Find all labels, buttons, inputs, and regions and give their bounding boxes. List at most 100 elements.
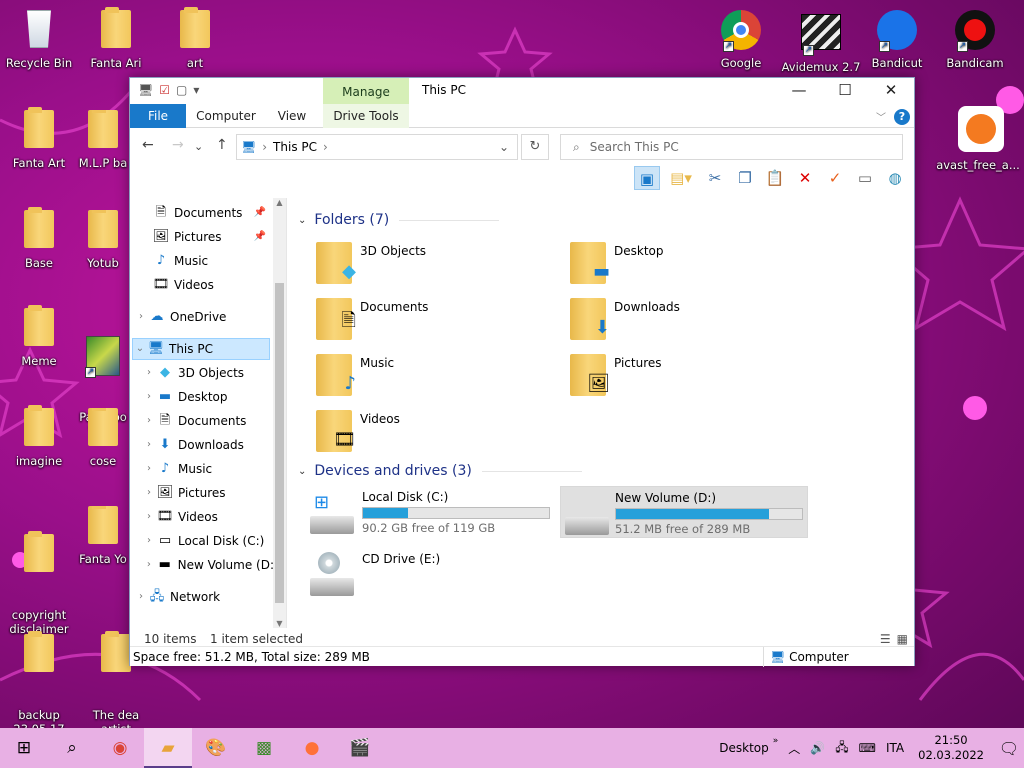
desktop-icon-fanta-ari[interactable]: Fanta Ari xyxy=(77,7,155,70)
desktop-icon-mlp[interactable]: M.L.P ba xyxy=(77,110,129,170)
keyboard-icon[interactable]: ⌨ xyxy=(859,741,876,755)
nav-scrollbar-thumb[interactable] xyxy=(275,283,284,603)
address-bar[interactable]: 🖥 › This PC › ⌄ xyxy=(236,134,518,160)
search-box[interactable]: ⌕ Search This PC xyxy=(560,134,903,160)
expand-chevron-icon[interactable]: › xyxy=(142,386,156,408)
expand-chevron-icon[interactable]: › xyxy=(142,530,156,552)
notifications-button[interactable]: 🗨 xyxy=(984,739,1024,758)
clock[interactable]: 21:50 02.03.2022 xyxy=(918,733,984,763)
new-folder-dropdown-icon[interactable]: ▤▾ xyxy=(664,166,698,190)
minimize-button[interactable]: — xyxy=(776,78,822,104)
close-button[interactable]: ✕ xyxy=(868,78,914,104)
desktop-icon-google[interactable]: ↗ Google xyxy=(702,10,780,70)
address-dropdown-icon[interactable]: ⌄ xyxy=(499,140,509,154)
nav-item-this-pc[interactable]: ⌄ 🖥 This PC xyxy=(132,338,270,360)
network-globe-icon[interactable]: ◍ xyxy=(882,166,908,190)
folder-documents[interactable]: 🗎 Documents xyxy=(316,298,556,350)
delete-icon[interactable]: ✕ xyxy=(792,166,818,190)
forward-button[interactable]: → xyxy=(172,137,184,153)
customize-qat-icon[interactable]: ▾ xyxy=(193,83,199,97)
desktop-icon-fanta-art[interactable]: Fanta Art xyxy=(0,107,78,170)
desktop-icon-base[interactable]: Base xyxy=(0,207,78,270)
desktop-icon-bandicam[interactable]: ↗ Bandicam xyxy=(936,10,1014,70)
tab-manage[interactable]: Manage xyxy=(323,78,409,104)
new-folder-icon[interactable]: ▢ xyxy=(176,83,187,97)
desktop-icon-art[interactable]: art xyxy=(156,7,234,70)
expand-chevron-icon[interactable]: › xyxy=(134,586,148,608)
collapse-chevron-icon[interactable]: ⌄ xyxy=(133,338,147,360)
language-indicator[interactable]: ITA xyxy=(886,741,904,755)
refresh-button[interactable]: ↻ xyxy=(521,134,549,160)
nav-item-videos-quick[interactable]: 🎞 Videos xyxy=(138,274,214,296)
toolbar-overflow-icon[interactable]: » xyxy=(773,736,779,746)
desktop-icon-fanta-yo[interactable]: Fanta Yo xyxy=(77,506,129,566)
nav-item-local-disk-c[interactable]: › ▭ Local Disk (C:) xyxy=(142,530,264,552)
network-icon[interactable]: 🖧 xyxy=(835,738,848,759)
paste-icon[interactable]: 📋 xyxy=(762,166,788,190)
desktop-icon-imagine[interactable]: imagine xyxy=(0,405,78,468)
tab-file[interactable]: File xyxy=(130,104,186,128)
maximize-button[interactable]: ☐ xyxy=(822,78,868,104)
taskbar-file-explorer[interactable]: ▰ xyxy=(144,728,192,768)
nav-item-onedrive[interactable]: › ☁ OneDrive xyxy=(134,306,226,328)
nav-item-videos[interactable]: › 🎞 Videos xyxy=(142,506,218,528)
properties-icon[interactable]: ▭ xyxy=(852,166,878,190)
taskbar-firefox[interactable]: ● xyxy=(288,728,336,768)
nav-item-new-volume-d[interactable]: › ▬ New Volume (D: xyxy=(142,554,274,576)
nav-item-music[interactable]: › ♪ Music xyxy=(142,458,212,480)
desktop-icon-bandicut[interactable]: ↗ Bandicut xyxy=(858,10,936,70)
taskbar-paint[interactable]: 🎨 xyxy=(192,728,240,768)
folder-desktop[interactable]: ▬ Desktop xyxy=(570,242,810,294)
nav-item-music-quick[interactable]: ♪ Music xyxy=(138,250,208,272)
expand-ribbon-icon[interactable]: ﹀ xyxy=(876,109,886,124)
expand-chevron-icon[interactable]: › xyxy=(142,506,156,528)
drive-cd-e[interactable]: CD Drive (E:) xyxy=(306,548,554,600)
breadcrumb-this-pc[interactable]: This PC xyxy=(273,140,317,154)
nav-item-documents-pinned[interactable]: 🗎 Documents 📌 xyxy=(138,202,268,224)
expand-chevron-icon[interactable]: › xyxy=(142,410,156,432)
desktop-icon-recycle-bin[interactable]: Recycle Bin xyxy=(0,10,78,70)
rename-check-icon[interactable]: ✓ xyxy=(822,166,848,190)
expand-chevron-icon[interactable]: › xyxy=(142,434,156,456)
nav-scrollbar[interactable]: ▲ ▼ xyxy=(273,198,286,628)
taskbar-painttool[interactable]: ▩ xyxy=(240,728,288,768)
desktop-icon-avast[interactable]: avast_free_a... xyxy=(936,106,1020,172)
copy-icon[interactable]: ❐ xyxy=(732,166,758,190)
scroll-down-icon[interactable]: ▼ xyxy=(273,619,286,628)
folders-group-header[interactable]: ⌄ Folders (7) xyxy=(298,212,500,228)
taskbar-avidemux[interactable]: 🎬 xyxy=(336,728,384,768)
nav-item-3d-objects[interactable]: › ◆ 3D Objects xyxy=(142,362,244,384)
desktop-icon-yotub[interactable]: Yotub xyxy=(77,210,129,270)
desktop-icon-cose[interactable]: cose xyxy=(77,408,129,468)
expand-chevron-icon[interactable]: › xyxy=(142,482,156,504)
expand-chevron-icon[interactable]: › xyxy=(142,362,156,384)
nav-item-downloads[interactable]: › ⬇ Downloads xyxy=(142,434,244,456)
help-button[interactable]: ? xyxy=(894,109,910,125)
folder-music[interactable]: ♪ Music xyxy=(316,354,556,406)
desktop-toolbar-label[interactable]: Desktop xyxy=(719,741,769,755)
back-button[interactable]: ← xyxy=(142,137,154,153)
taskbar-chrome[interactable]: ◉ xyxy=(96,728,144,768)
folder-videos[interactable]: 🎞 Videos xyxy=(316,410,556,462)
up-button[interactable]: ↑ xyxy=(216,137,228,153)
start-button[interactable]: ⊞ xyxy=(0,728,48,768)
folder-3d-objects[interactable]: ◆ 3D Objects xyxy=(316,242,556,294)
desktop-icon-avidemux[interactable]: ↗ Avidemux 2.7 xyxy=(779,10,863,74)
details-view-icon[interactable]: ☰ xyxy=(880,632,891,646)
folder-pictures[interactable]: 🖼 Pictures xyxy=(570,354,810,406)
large-icons-view-icon[interactable]: ▦ xyxy=(897,632,908,646)
nav-item-network[interactable]: › 🖧 Network xyxy=(134,586,220,608)
nav-item-documents[interactable]: › 🗎 Documents xyxy=(142,410,246,432)
show-hidden-icons-icon[interactable]: ︿ xyxy=(788,740,800,757)
nav-item-desktop[interactable]: › ▬ Desktop xyxy=(142,386,228,408)
expand-chevron-icon[interactable]: › xyxy=(142,458,156,480)
properties-icon[interactable]: ☑ xyxy=(159,83,170,97)
scroll-up-icon[interactable]: ▲ xyxy=(273,198,286,207)
drive-local-disk-c[interactable]: ⊞ Local Disk (C:) 90.2 GB free of 119 GB xyxy=(306,486,554,538)
navigation-pane-icon[interactable]: ▣ xyxy=(634,166,660,190)
drive-new-volume-d[interactable]: New Volume (D:) 51.2 MB free of 289 MB xyxy=(560,486,808,538)
cut-icon[interactable]: ✂ xyxy=(702,166,728,190)
nav-item-pictures[interactable]: › 🖼 Pictures xyxy=(142,482,226,504)
nav-item-pictures-pinned[interactable]: 🖼 Pictures 📌 xyxy=(138,226,268,248)
expand-chevron-icon[interactable]: › xyxy=(134,306,148,328)
